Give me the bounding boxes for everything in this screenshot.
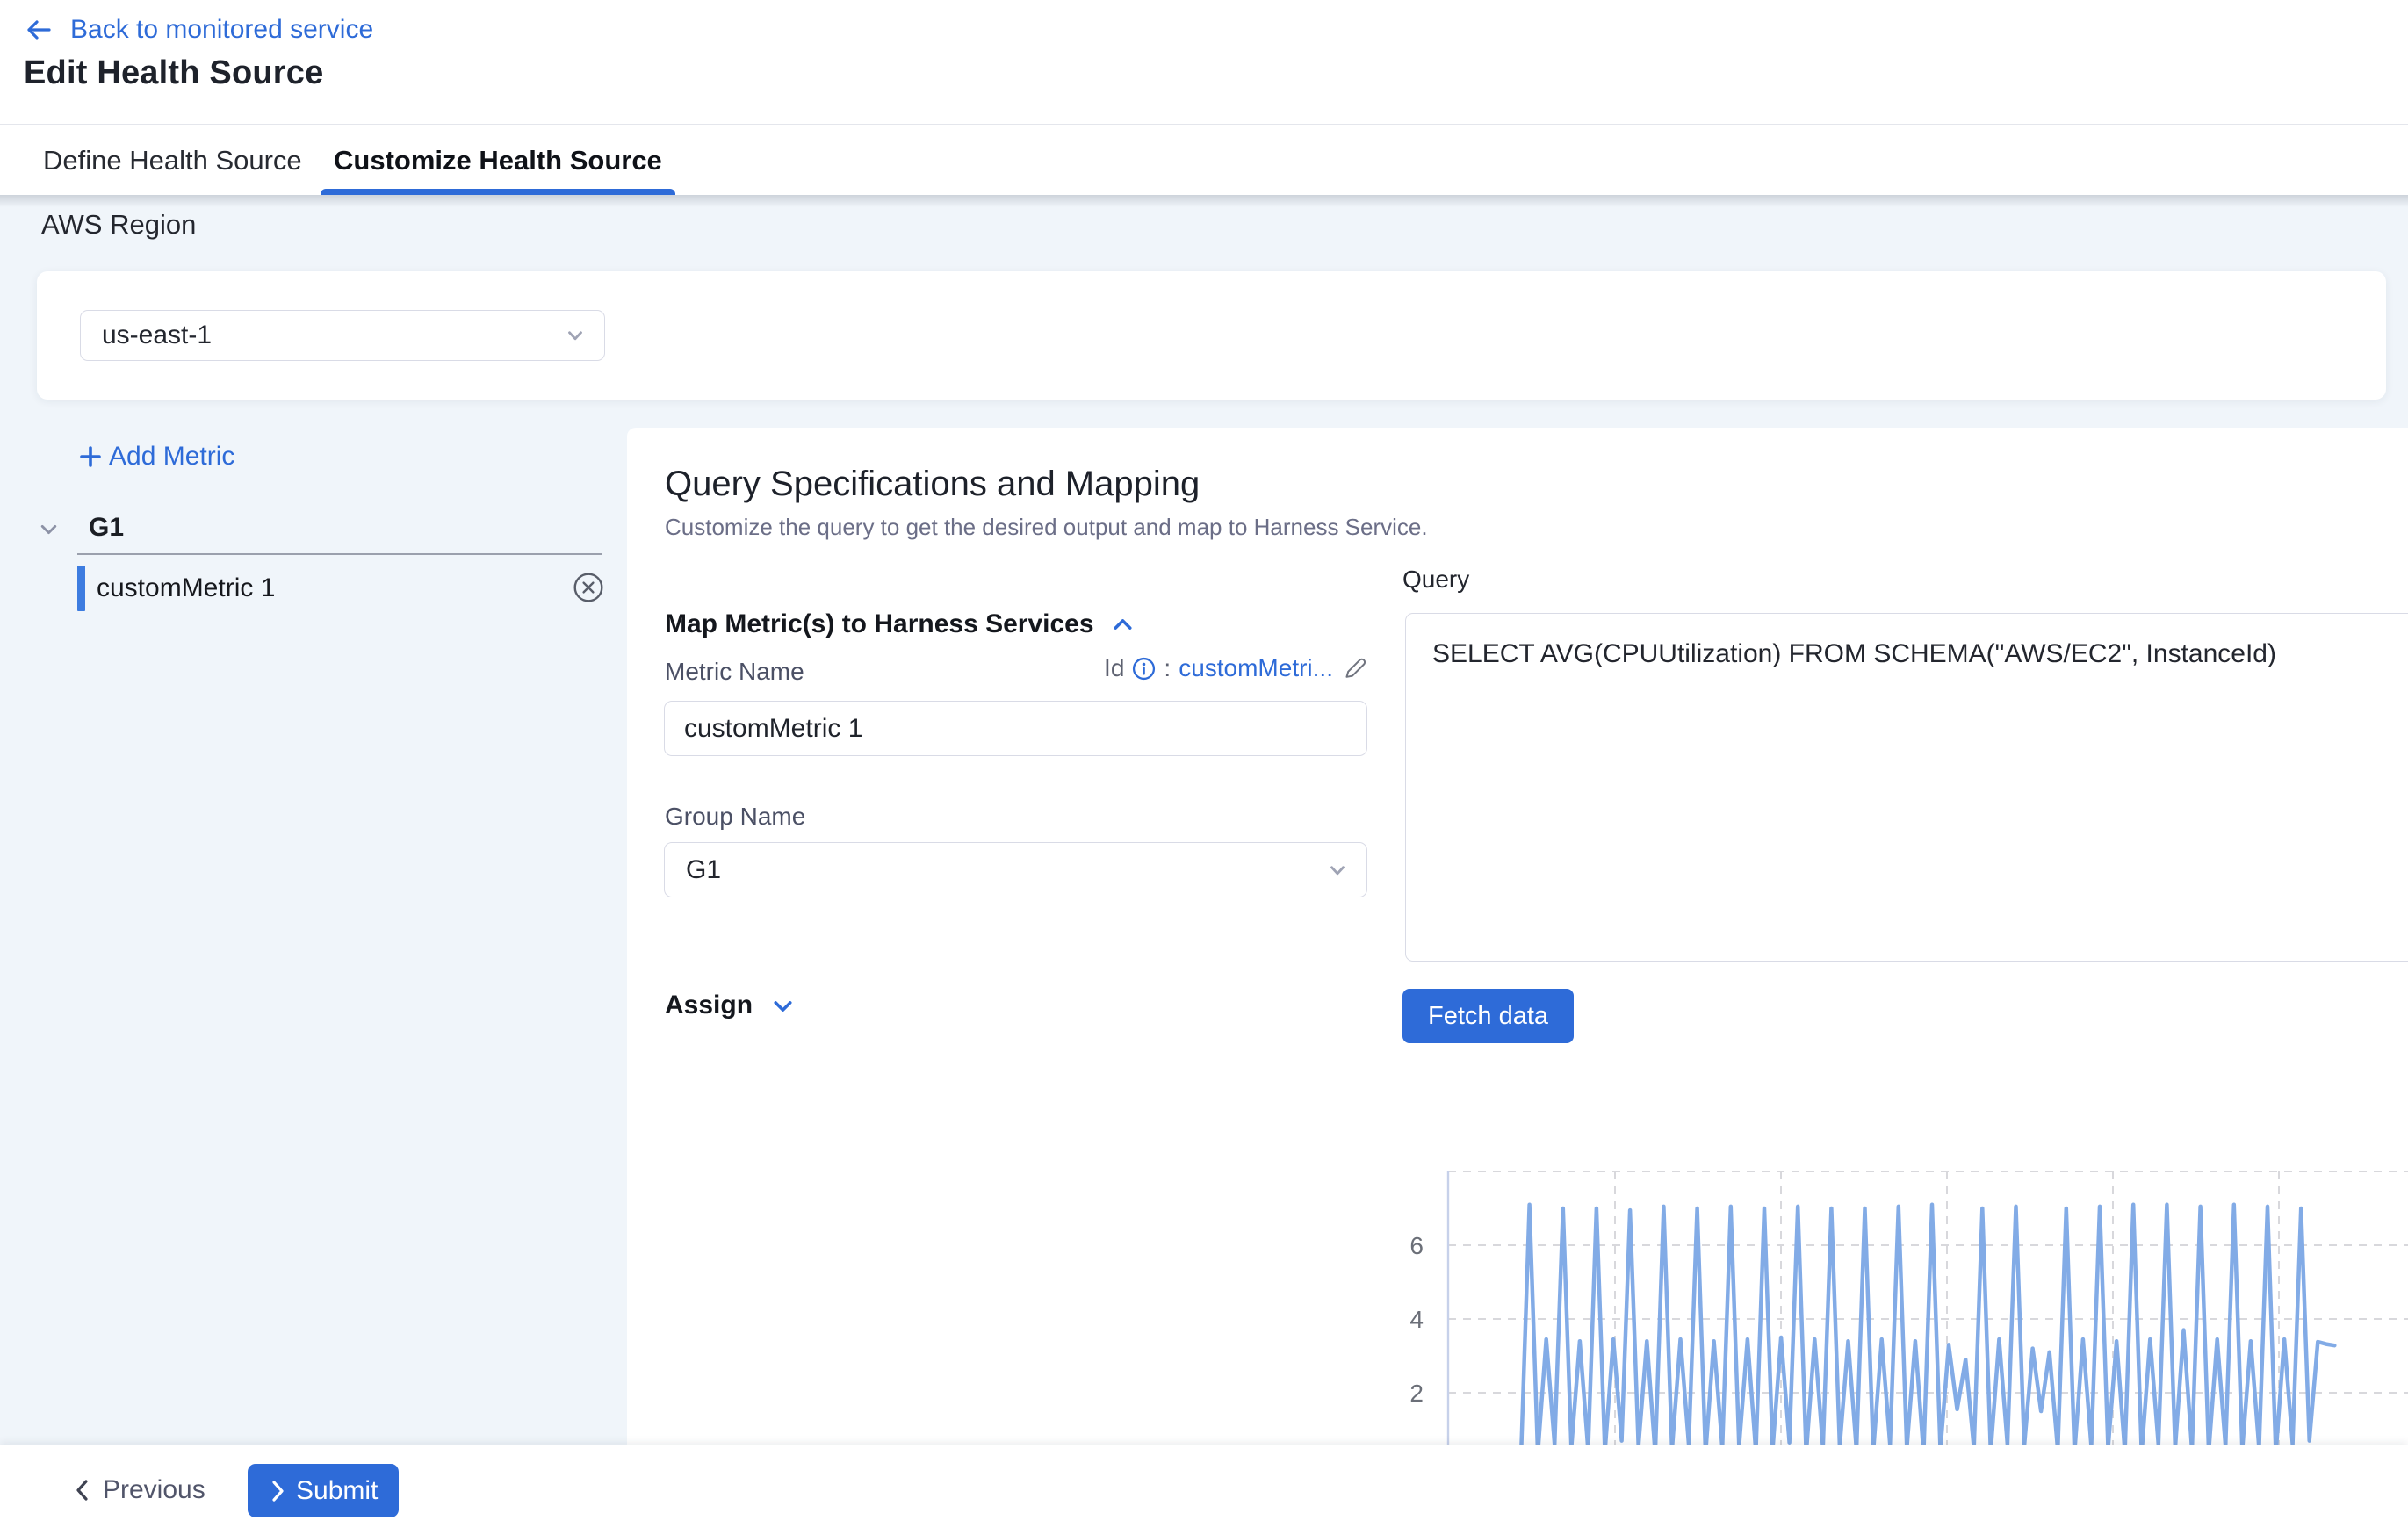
aws-region-selected-value: us-east-1 xyxy=(102,321,212,350)
page-title: Edit Health Source xyxy=(24,54,323,92)
edit-health-source-page: Back to monitored service Edit Health So… xyxy=(0,0,2408,1535)
aws-region-select[interactable]: us-east-1 xyxy=(80,310,605,361)
aws-region-card: us-east-1 xyxy=(37,271,2386,400)
previous-button[interactable]: Previous xyxy=(74,1468,205,1512)
back-arrow-icon xyxy=(23,15,53,45)
svg-text:4: 4 xyxy=(1409,1306,1424,1333)
metric-group-header[interactable]: G1 xyxy=(89,512,124,544)
group-name-selected-value: G1 xyxy=(686,855,721,885)
fetch-data-button[interactable]: Fetch data xyxy=(1402,989,1574,1043)
delete-metric-icon[interactable] xyxy=(573,572,604,603)
metric-id-row: Id : customMetri... xyxy=(665,654,1367,682)
page-header: Back to monitored service Edit Health So… xyxy=(0,0,2408,125)
tab-define-health-source[interactable]: Define Health Source xyxy=(43,126,302,195)
footer-bar: Previous Submit xyxy=(0,1445,2408,1535)
group-divider xyxy=(77,553,602,555)
chevron-down-icon xyxy=(770,993,796,1019)
selected-indicator-bar xyxy=(77,566,85,611)
metric-preview-chart: 2 4 6 xyxy=(1402,1161,2408,1445)
panel-subheading: Customize the query to get the desired o… xyxy=(665,514,1428,541)
id-separator: : xyxy=(1164,654,1171,682)
query-label: Query xyxy=(1402,566,1469,594)
query-textarea[interactable]: SELECT AVG(CPUUtilization) FROM SCHEMA("… xyxy=(1405,613,2408,962)
info-icon[interactable] xyxy=(1132,657,1156,681)
map-metrics-section-title: Map Metric(s) to Harness Services xyxy=(665,609,1094,640)
group-collapse-chevron-icon[interactable] xyxy=(37,517,61,541)
metric-id-value-link[interactable]: customMetri... xyxy=(1179,654,1333,682)
map-metrics-section-toggle[interactable]: Map Metric(s) to Harness Services xyxy=(665,609,1136,640)
add-metric-button[interactable]: Add Metric xyxy=(77,442,234,472)
assign-label: Assign xyxy=(665,990,753,1021)
edit-pencil-icon[interactable] xyxy=(1341,655,1367,681)
chevron-down-icon xyxy=(1326,859,1349,882)
chevron-left-icon xyxy=(74,1478,91,1503)
assign-section-toggle[interactable]: Assign xyxy=(665,990,796,1021)
metrics-sidebar: Add Metric G1 customMetric 1 xyxy=(0,428,627,1445)
aws-region-label: AWS Region xyxy=(41,209,196,241)
line-chart: 2 4 6 xyxy=(1402,1161,2408,1445)
back-link-label: Back to monitored service xyxy=(70,15,373,45)
submit-button-label: Submit xyxy=(296,1476,378,1506)
id-prefix-label: Id xyxy=(1104,654,1124,682)
back-to-monitored-service-link[interactable]: Back to monitored service xyxy=(23,12,373,47)
plus-icon xyxy=(77,443,104,470)
chevron-right-icon xyxy=(269,1479,286,1503)
previous-button-label: Previous xyxy=(103,1475,205,1505)
metric-name-input[interactable] xyxy=(664,701,1367,756)
tab-customize-health-source[interactable]: Customize Health Source xyxy=(334,126,662,195)
content-area: AWS Region us-east-1 Add Metric G1 xyxy=(0,195,2408,1445)
svg-text:2: 2 xyxy=(1409,1380,1424,1407)
group-name-select[interactable]: G1 xyxy=(664,842,1367,897)
chevron-up-icon xyxy=(1110,612,1136,638)
submit-button[interactable]: Submit xyxy=(248,1464,399,1517)
query-specifications-panel: Query Specifications and Mapping Customi… xyxy=(627,428,2408,1445)
health-source-tabbar: Define Health Source Customize Health So… xyxy=(0,126,2408,195)
metric-item-label: customMetric 1 xyxy=(97,573,275,603)
panel-heading: Query Specifications and Mapping xyxy=(665,465,1200,504)
svg-text:6: 6 xyxy=(1409,1232,1424,1259)
add-metric-label: Add Metric xyxy=(109,442,234,472)
group-name-label: Group Name xyxy=(665,803,805,831)
metric-list-item[interactable]: customMetric 1 xyxy=(77,564,604,613)
chevron-down-icon xyxy=(564,324,587,347)
